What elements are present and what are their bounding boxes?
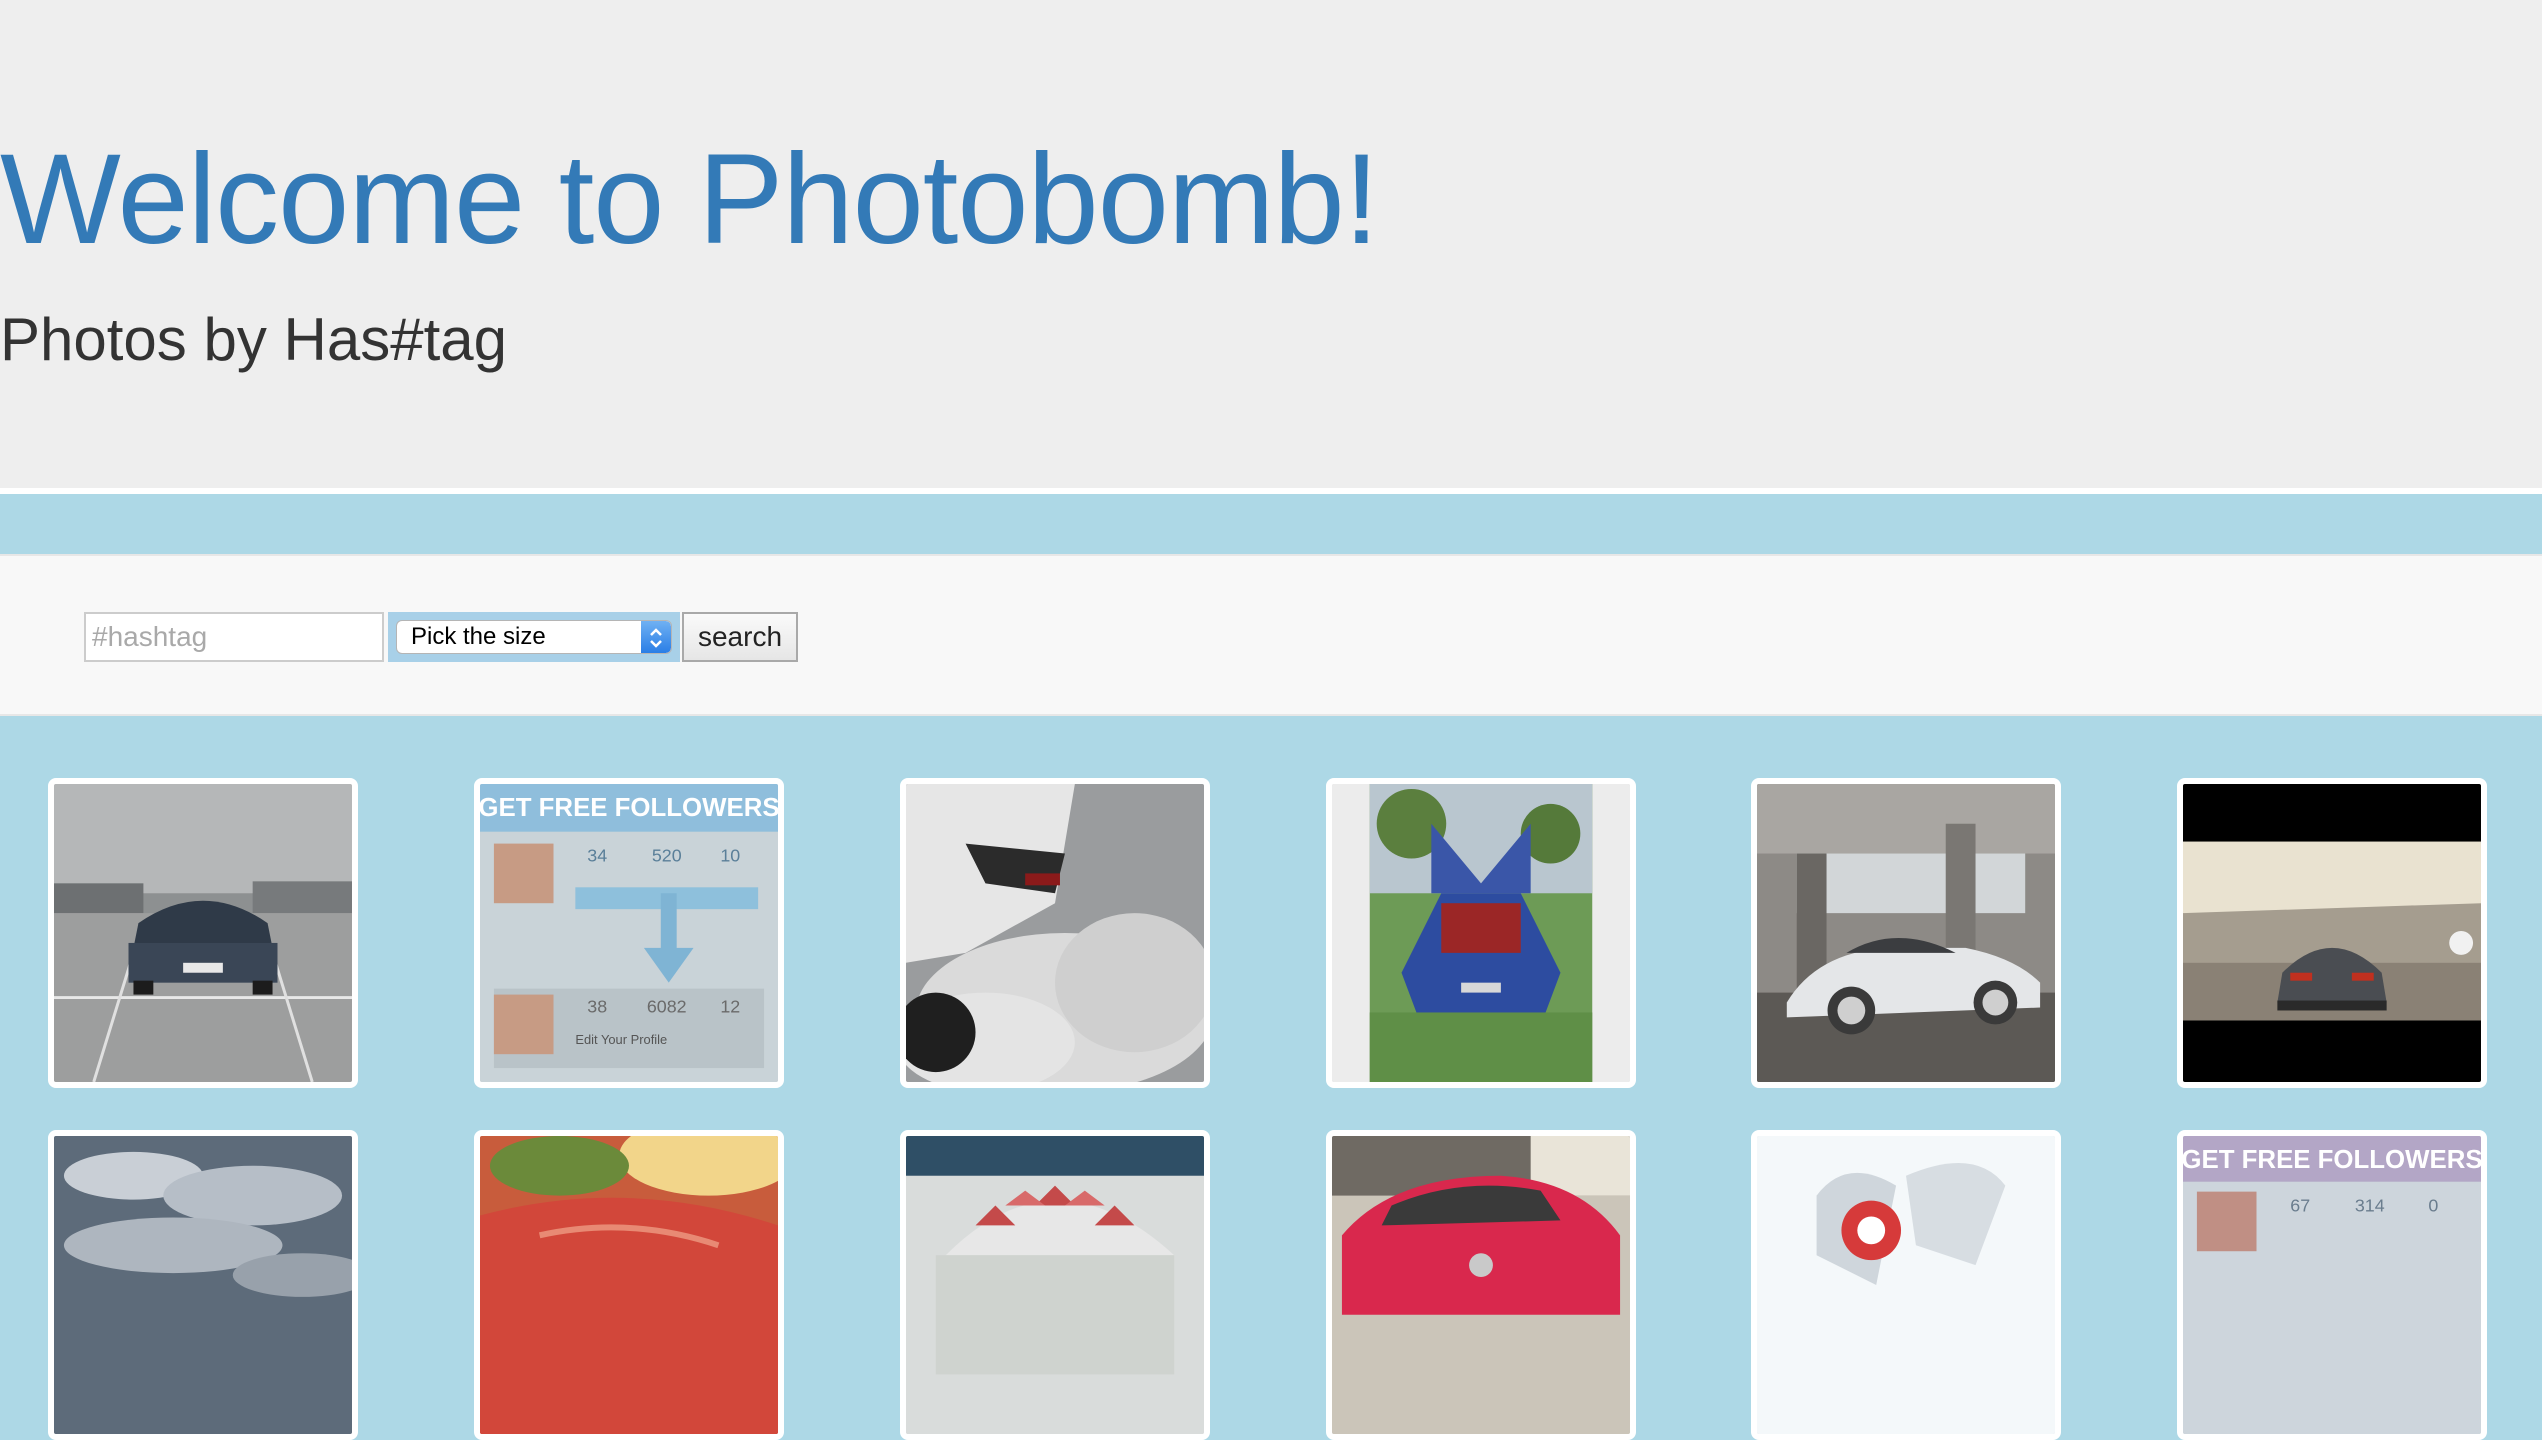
page-title: Welcome to Photobomb! — [0, 128, 1379, 271]
svg-text:34: 34 — [587, 845, 607, 865]
photo-thumbnail[interactable]: GET FREE FOLLOWERS 67 314 0 — [2177, 1130, 2487, 1440]
photo-thumbnail[interactable] — [2177, 778, 2487, 1088]
svg-text:314: 314 — [2355, 1195, 2385, 1215]
photo-thumbnail[interactable]: GET FREE FOLLOWERS 34 520 10 38 6082 12 … — [474, 778, 784, 1088]
svg-text:12: 12 — [720, 996, 740, 1016]
svg-text:10: 10 — [720, 845, 740, 865]
svg-text:520: 520 — [652, 845, 682, 865]
photo-get-free-followers-promo: GET FREE FOLLOWERS 34 520 10 38 6082 12 … — [480, 784, 778, 1082]
size-select[interactable]: Pick the size — [396, 620, 672, 654]
svg-text:6082: 6082 — [647, 996, 687, 1016]
size-select-value: Pick the size — [411, 623, 546, 650]
promo-headline: GET FREE FOLLOWERS — [2183, 1146, 2481, 1174]
photo-checkered-roof-car — [906, 1136, 1204, 1434]
photo-cloudy-sky — [54, 1136, 352, 1434]
photo-silver-mercedes-cls — [1757, 784, 2055, 1082]
photo-thumbnail[interactable] — [48, 1130, 358, 1440]
photo-bmw-parking-lot — [54, 784, 352, 1082]
search-panel: Pick the size search — [0, 554, 2542, 716]
svg-text:0: 0 — [2428, 1195, 2438, 1215]
photo-mercedes-garage-rear — [2183, 784, 2481, 1082]
hashtag-input[interactable] — [84, 612, 384, 662]
photo-white-car-burnout-smoke — [906, 784, 1204, 1082]
photo-get-free-followers-promo-2: GET FREE FOLLOWERS 67 314 0 — [2183, 1136, 2481, 1434]
photo-open-door-supercar — [1757, 1136, 2055, 1434]
header-divider — [0, 488, 2542, 494]
photo-red-volkswagen-jetta — [1332, 1136, 1630, 1434]
photo-thumbnail[interactable] — [900, 1130, 1210, 1440]
svg-text:38: 38 — [587, 996, 607, 1016]
photo-thumbnail[interactable] — [900, 778, 1210, 1088]
photo-thumbnail[interactable] — [1326, 778, 1636, 1088]
size-select-focus-ring: Pick the size — [388, 612, 680, 662]
photo-thumbnail[interactable] — [48, 778, 358, 1088]
svg-text:67: 67 — [2290, 1195, 2310, 1215]
select-arrows-icon — [641, 621, 671, 653]
jumbotron-header: Welcome to Photobomb! Photos by Has#tag — [0, 0, 2542, 488]
photo-red-car-hood-sunlight — [480, 1136, 778, 1434]
photo-thumbnail[interactable] — [474, 1130, 784, 1440]
photo-thumbnail[interactable] — [1751, 1130, 2061, 1440]
svg-text:Edit Your Profile: Edit Your Profile — [575, 1032, 667, 1047]
photo-blue-honda-open-hood — [1332, 784, 1630, 1082]
search-button[interactable]: search — [682, 612, 798, 662]
photo-thumbnail[interactable] — [1751, 778, 2061, 1088]
page-subtitle: Photos by Has#tag — [0, 306, 507, 373]
photo-thumbnail[interactable] — [1326, 1130, 1636, 1440]
promo-headline: GET FREE FOLLOWERS — [480, 794, 778, 822]
